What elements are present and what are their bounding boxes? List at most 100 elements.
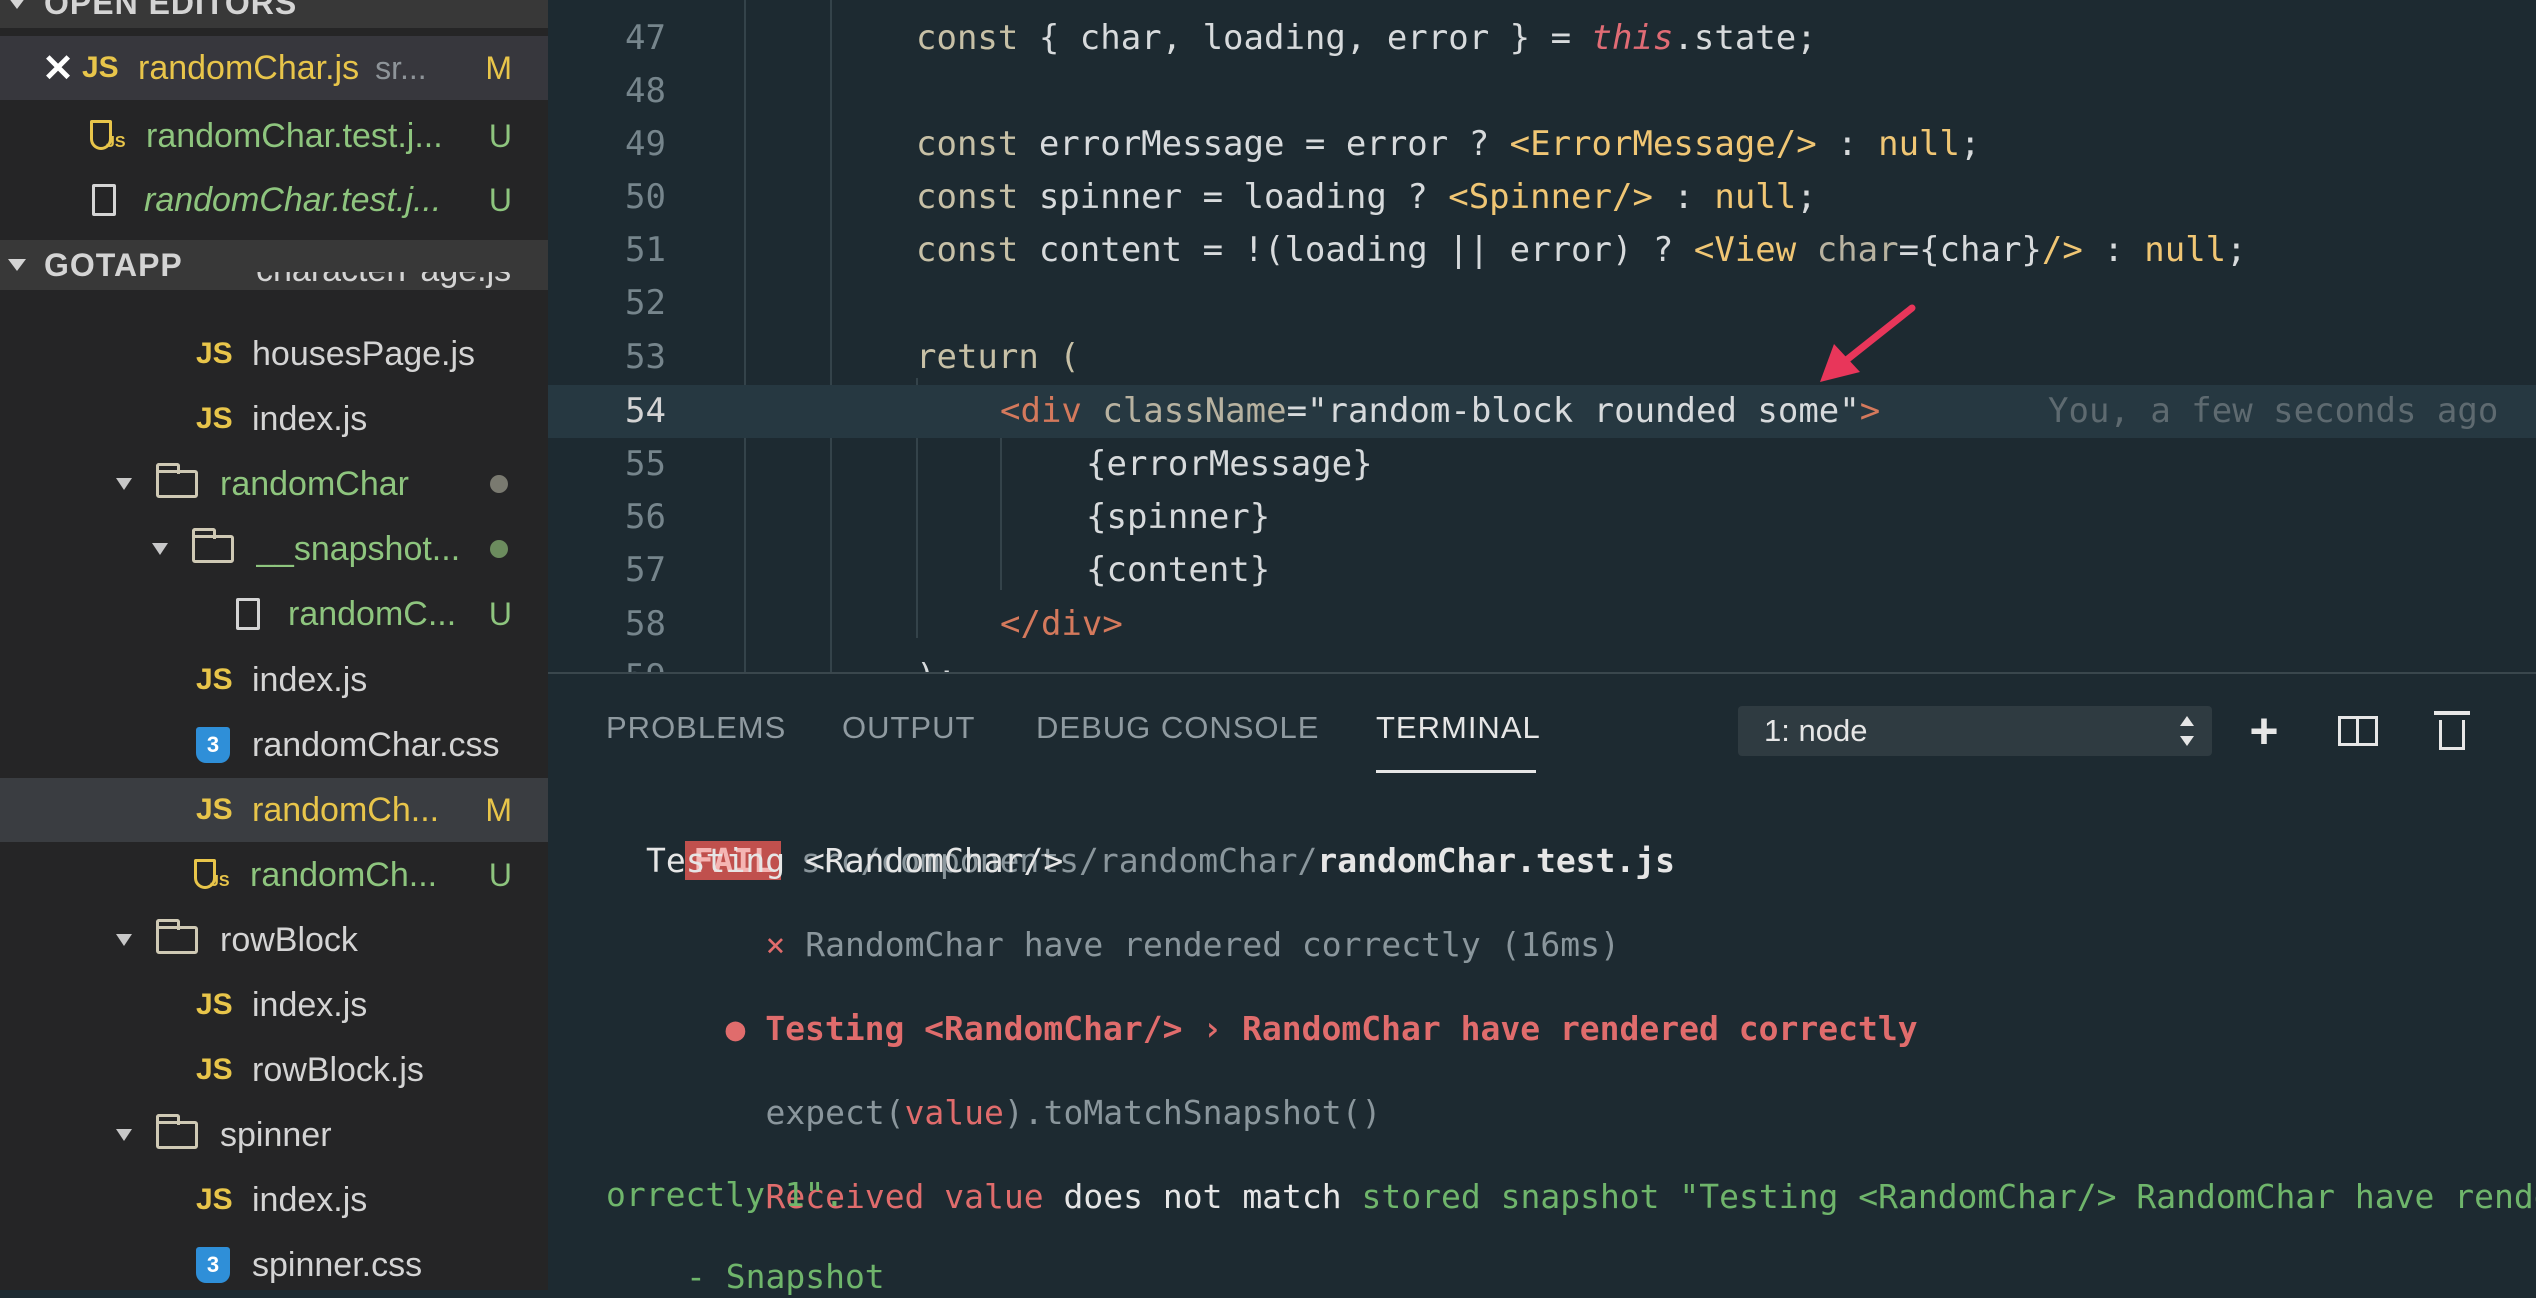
git-status-badge: U bbox=[488, 595, 512, 632]
tree-folder[interactable]: rowBlock bbox=[0, 908, 548, 972]
tree-file[interactable]: JS housesPage.js bbox=[0, 322, 548, 386]
js-file-icon: JS bbox=[196, 663, 233, 696]
tree-file-name: randomC... bbox=[288, 594, 457, 633]
code-line: 57 {content} bbox=[548, 544, 2536, 597]
folder-icon bbox=[156, 1114, 198, 1149]
tree-folder-name: randomChar bbox=[220, 464, 409, 503]
line-number: 51 bbox=[625, 230, 666, 270]
code-line: 58 </div> bbox=[548, 598, 2536, 651]
code-line: 51 const content = !(loading || error) ?… bbox=[548, 224, 2536, 277]
tree-file-name: spinner.css bbox=[252, 1245, 423, 1284]
code-line: 48 bbox=[548, 65, 2536, 118]
terminal-select-value: 1: node bbox=[1764, 713, 1868, 748]
expand-icon bbox=[116, 478, 132, 490]
open-editor-name: randomChar.test.j... bbox=[146, 116, 443, 155]
modified-dot-icon bbox=[490, 475, 508, 493]
expand-icon bbox=[116, 1129, 132, 1141]
line-number: 54 bbox=[625, 391, 666, 431]
tab-output[interactable]: OUTPUT bbox=[842, 710, 975, 746]
line-number: 52 bbox=[625, 283, 666, 323]
tree-file-name: index.js bbox=[252, 660, 368, 699]
annotation-arrow-icon bbox=[1820, 304, 1916, 382]
folder-icon bbox=[156, 919, 198, 954]
test-file-icon: JS bbox=[86, 118, 128, 154]
code-editor[interactable]: 47 const { char, loading, error } = this… bbox=[548, 0, 2536, 672]
folder-icon bbox=[156, 463, 198, 498]
line-number: 57 bbox=[625, 550, 666, 590]
line-number: 49 bbox=[625, 124, 666, 164]
tab-debug-console[interactable]: DEBUG CONSOLE bbox=[1036, 710, 1319, 746]
code-line: 59 ); bbox=[548, 651, 2536, 672]
terminal-suite-line: Testing <RandomChar/> bbox=[646, 841, 1064, 880]
open-editor-item[interactable]: ✕ JS randomChar.js sr... M bbox=[0, 36, 548, 100]
line-number: 58 bbox=[625, 604, 666, 644]
tree-file[interactable]: characterPage.js bbox=[0, 272, 548, 308]
folder-icon bbox=[192, 528, 234, 563]
tree-file-name: index.js bbox=[252, 985, 368, 1024]
test-file-icon: JS bbox=[190, 857, 232, 893]
tree-folder-name: rowBlock bbox=[220, 920, 358, 959]
tree-file[interactable]: JS randomCh... U bbox=[0, 843, 548, 907]
tree-file-name: randomCh... bbox=[250, 855, 438, 894]
line-number: 48 bbox=[625, 71, 666, 111]
terminal-received-line: Received value does not match stored sna… bbox=[765, 1177, 2536, 1216]
tree-file[interactable]: JS randomCh... M bbox=[0, 778, 548, 842]
tree-folder[interactable]: randomChar bbox=[0, 452, 548, 516]
tree-folder-name: spinner bbox=[220, 1115, 332, 1154]
code-line: 55 {errorMessage} bbox=[548, 438, 2536, 491]
tree-file[interactable]: JS rowBlock.js bbox=[0, 1038, 548, 1102]
git-status-badge: U bbox=[488, 117, 512, 154]
collapse-icon bbox=[8, 259, 26, 271]
git-blame-annotation: You, a few seconds ago bbox=[2048, 391, 2499, 431]
kill-terminal-button[interactable] bbox=[2424, 706, 2480, 756]
terminal-received-wrap: orrectly 1". bbox=[606, 1175, 845, 1214]
tree-file[interactable]: JS index.js bbox=[0, 973, 548, 1037]
line-number: 47 bbox=[625, 18, 666, 58]
open-editor-path: sr... bbox=[375, 49, 427, 86]
tree-file[interactable]: randomC... U bbox=[0, 582, 548, 646]
fail-cross-icon: × bbox=[765, 925, 786, 964]
tab-terminal[interactable]: TERMINAL bbox=[1376, 710, 1541, 746]
open-editors-header[interactable]: OPEN EDITORS bbox=[0, 0, 548, 28]
open-editor-name: randomChar.js bbox=[138, 48, 360, 87]
tree-file[interactable]: 3 randomChar.css bbox=[0, 713, 548, 777]
css-file-icon: 3 bbox=[196, 1247, 230, 1283]
tree-folder[interactable]: spinner bbox=[0, 1103, 548, 1167]
bullet-icon: ● bbox=[725, 1009, 746, 1048]
tree-file[interactable]: JS index.js bbox=[0, 1168, 548, 1232]
tree-folder-name: __snapshot... bbox=[256, 529, 461, 568]
tree-file[interactable]: JS index.js bbox=[0, 648, 548, 712]
line-number: 59 bbox=[548, 651, 666, 672]
code-line: 53 return ( bbox=[548, 331, 2536, 384]
collapse-icon bbox=[8, 0, 26, 9]
js-file-icon: JS bbox=[196, 337, 233, 370]
tree-file-name: randomChar.css bbox=[252, 725, 500, 764]
open-editor-item[interactable]: randomChar.test.j... U bbox=[0, 168, 548, 232]
tree-file[interactable]: JS index.js bbox=[0, 387, 548, 451]
open-editor-name: randomChar.test.j... bbox=[144, 180, 442, 219]
explorer-sidebar: OPEN EDITORS ✕ JS randomChar.js sr... M … bbox=[0, 0, 548, 1290]
close-icon[interactable]: ✕ bbox=[30, 46, 86, 91]
current-code-line: 54 <div className="random-block rounded … bbox=[548, 385, 2536, 438]
tree-file-name: index.js bbox=[252, 399, 368, 438]
file-icon bbox=[92, 184, 116, 216]
js-file-icon: JS bbox=[196, 793, 233, 826]
tab-problems[interactable]: PROBLEMS bbox=[606, 710, 786, 746]
terminal-select[interactable]: 1: node bbox=[1738, 706, 2212, 756]
code-line: 47 const { char, loading, error } = this… bbox=[548, 12, 2536, 65]
code-line: 56 {spinner} bbox=[548, 491, 2536, 544]
tree-file[interactable]: 3 spinner.css bbox=[0, 1233, 548, 1290]
bottom-panel: PROBLEMS OUTPUT DEBUG CONSOLE TERMINAL 1… bbox=[548, 672, 2536, 1296]
split-terminal-button[interactable] bbox=[2330, 706, 2386, 756]
select-arrows-icon bbox=[2180, 714, 2194, 748]
open-editor-item[interactable]: JS randomChar.test.j... U bbox=[0, 104, 548, 168]
tree-file-name: housesPage.js bbox=[252, 334, 476, 373]
new-terminal-button[interactable]: + bbox=[2236, 706, 2292, 756]
tree-folder[interactable]: __snapshot... bbox=[0, 517, 548, 581]
plus-icon: + bbox=[2249, 703, 2279, 759]
git-status-badge: M bbox=[485, 791, 512, 828]
git-status-badge: U bbox=[488, 181, 512, 218]
expand-icon bbox=[152, 543, 168, 555]
code-line: 49 const errorMessage = error ? <ErrorMe… bbox=[548, 118, 2536, 171]
line-number: 50 bbox=[625, 177, 666, 217]
